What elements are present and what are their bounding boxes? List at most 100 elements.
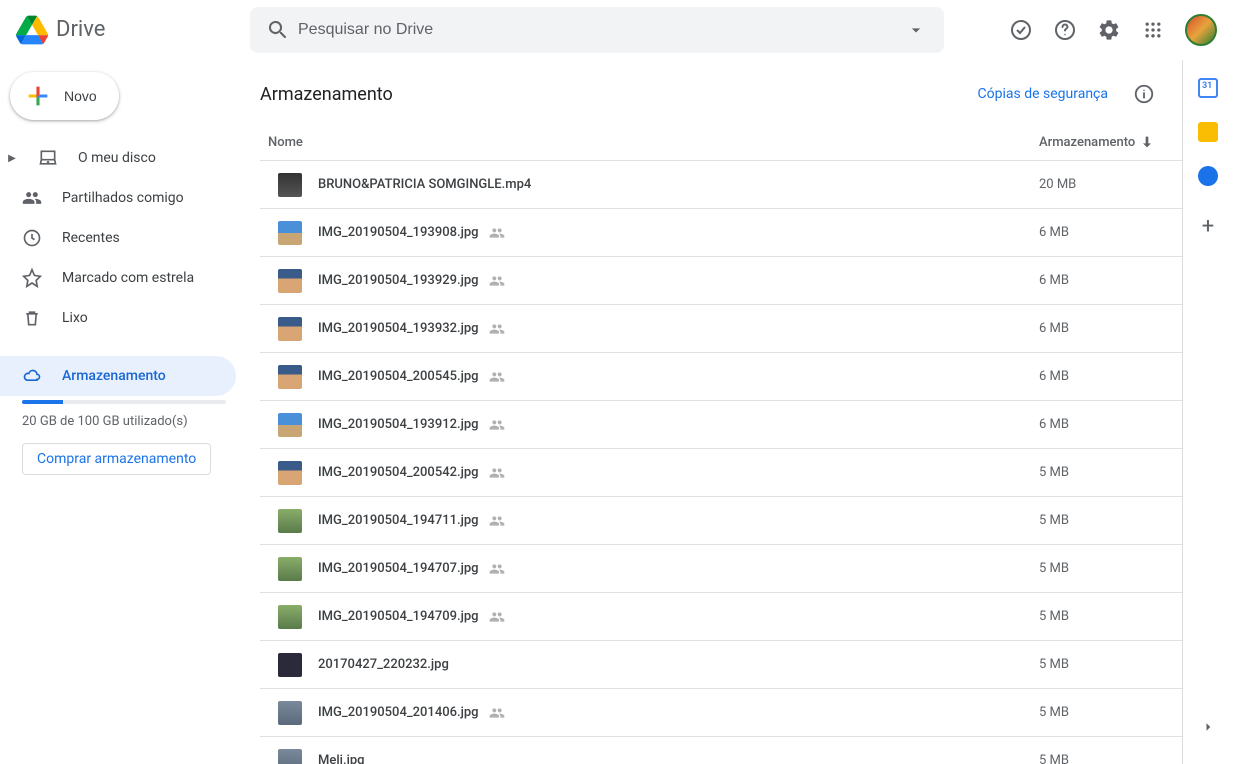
nav-trash[interactable]: Lixo bbox=[0, 298, 236, 338]
file-row[interactable]: IMG_20190504_194711.jpg5 MB bbox=[260, 497, 1182, 545]
shared-indicator-icon bbox=[489, 465, 505, 481]
file-row[interactable]: 20170427_220232.jpg5 MB bbox=[260, 641, 1182, 689]
nav-shared[interactable]: Partilhados comigo bbox=[0, 178, 236, 218]
new-button[interactable]: Novo bbox=[10, 72, 119, 120]
file-row[interactable]: IMG_20190504_200542.jpg5 MB bbox=[260, 449, 1182, 497]
storage-progress-bar bbox=[22, 400, 226, 404]
file-row[interactable]: IMG_20190504_193932.jpg6 MB bbox=[260, 305, 1182, 353]
file-row[interactable]: IMG_20190504_193929.jpg6 MB bbox=[260, 257, 1182, 305]
file-row[interactable]: IMG_20190504_200545.jpg6 MB bbox=[260, 353, 1182, 401]
file-name: IMG_20190504_193932.jpg bbox=[318, 321, 1039, 337]
logo-area[interactable]: Drive bbox=[12, 10, 250, 50]
file-thumbnail bbox=[278, 221, 302, 245]
ready-offline-icon[interactable] bbox=[1001, 10, 1041, 50]
nav-label: Lixo bbox=[62, 310, 88, 326]
search-input[interactable] bbox=[298, 21, 896, 39]
top-actions bbox=[1001, 10, 1221, 50]
shared-indicator-icon bbox=[489, 417, 505, 433]
column-storage-header[interactable]: Armazenamento bbox=[1039, 134, 1164, 150]
shared-indicator-icon bbox=[489, 513, 505, 529]
content-header: Armazenamento Cópias de segurança bbox=[260, 74, 1182, 128]
right-rail: + bbox=[1183, 60, 1233, 764]
expand-arrow-icon[interactable]: ▶ bbox=[6, 153, 18, 164]
file-size: 5 MB bbox=[1039, 705, 1164, 720]
file-thumbnail bbox=[278, 557, 302, 581]
addons-plus-icon[interactable]: + bbox=[1202, 214, 1214, 239]
table-header: Nome Armazenamento bbox=[260, 128, 1182, 161]
file-name: Meli.jpg bbox=[318, 753, 1039, 764]
file-row[interactable]: IMG_20190504_194707.jpg5 MB bbox=[260, 545, 1182, 593]
calendar-icon[interactable] bbox=[1198, 78, 1218, 98]
file-row[interactable]: Meli.jpg5 MB bbox=[260, 737, 1182, 764]
new-button-label: Novo bbox=[64, 88, 97, 104]
apps-grid-icon[interactable] bbox=[1133, 10, 1173, 50]
nav-recent[interactable]: Recentes bbox=[0, 218, 236, 258]
file-name: IMG_20190504_193912.jpg bbox=[318, 417, 1039, 433]
file-size: 5 MB bbox=[1039, 753, 1164, 764]
main: Armazenamento Cópias de segurança Nome A… bbox=[250, 60, 1233, 764]
file-size: 5 MB bbox=[1039, 465, 1164, 480]
shared-indicator-icon bbox=[489, 609, 505, 625]
file-name: IMG_20190504_193908.jpg bbox=[318, 225, 1039, 241]
help-icon[interactable] bbox=[1045, 10, 1085, 50]
page-title: Armazenamento bbox=[260, 84, 393, 105]
plus-icon bbox=[24, 82, 52, 110]
settings-gear-icon[interactable] bbox=[1089, 10, 1129, 50]
file-thumbnail bbox=[278, 317, 302, 341]
file-thumbnail bbox=[278, 269, 302, 293]
my-drive-icon bbox=[38, 148, 58, 168]
file-row[interactable]: BRUNO&PATRICIA SOMGINGLE.mp420 MB bbox=[260, 161, 1182, 209]
file-row[interactable]: IMG_20190504_193912.jpg6 MB bbox=[260, 401, 1182, 449]
nav-list: ▶ O meu disco Partilhados comigo Recente… bbox=[0, 138, 250, 396]
backups-link[interactable]: Cópias de segurança bbox=[978, 86, 1108, 102]
file-thumbnail bbox=[278, 461, 302, 485]
file-thumbnail bbox=[278, 701, 302, 725]
account-avatar[interactable] bbox=[1185, 14, 1217, 46]
column-storage-label: Armazenamento bbox=[1039, 135, 1135, 150]
file-size: 5 MB bbox=[1039, 513, 1164, 528]
file-thumbnail bbox=[278, 365, 302, 389]
nav-label: Partilhados comigo bbox=[62, 190, 184, 206]
file-list[interactable]: BRUNO&PATRICIA SOMGINGLE.mp420 MBIMG_201… bbox=[260, 161, 1182, 764]
shared-indicator-icon bbox=[489, 273, 505, 289]
file-thumbnail bbox=[278, 749, 302, 764]
file-row[interactable]: IMG_20190504_194709.jpg5 MB bbox=[260, 593, 1182, 641]
collapse-rail-icon[interactable] bbox=[1191, 710, 1225, 744]
app-title: Drive bbox=[56, 17, 105, 42]
keep-icon[interactable] bbox=[1198, 122, 1218, 142]
nav-my-drive[interactable]: ▶ O meu disco bbox=[0, 138, 236, 178]
header-actions: Cópias de segurança bbox=[978, 74, 1164, 114]
nav-label: Recentes bbox=[62, 230, 120, 246]
nav-label: O meu disco bbox=[78, 150, 156, 166]
file-row[interactable]: IMG_20190504_193908.jpg6 MB bbox=[260, 209, 1182, 257]
file-name: 20170427_220232.jpg bbox=[318, 657, 1039, 672]
file-size: 6 MB bbox=[1039, 225, 1164, 240]
file-thumbnail bbox=[278, 173, 302, 197]
nav-label: Armazenamento bbox=[62, 368, 166, 384]
file-name: IMG_20190504_200542.jpg bbox=[318, 465, 1039, 481]
storage-summary: 20 GB de 100 GB utilizado(s) Comprar arm… bbox=[0, 396, 250, 475]
search-box[interactable] bbox=[250, 7, 944, 53]
nav-label: Marcado com estrela bbox=[62, 270, 194, 286]
trash-icon bbox=[22, 308, 42, 328]
column-name-header[interactable]: Nome bbox=[268, 135, 1039, 150]
search-icon[interactable] bbox=[258, 10, 298, 50]
file-name: IMG_20190504_201406.jpg bbox=[318, 705, 1039, 721]
nav-storage[interactable]: Armazenamento bbox=[0, 356, 236, 396]
cloud-icon bbox=[22, 366, 42, 386]
shared-indicator-icon bbox=[489, 225, 505, 241]
info-icon[interactable] bbox=[1124, 74, 1164, 114]
file-size: 6 MB bbox=[1039, 321, 1164, 336]
file-size: 5 MB bbox=[1039, 657, 1164, 672]
nav-starred[interactable]: Marcado com estrela bbox=[0, 258, 236, 298]
file-size: 20 MB bbox=[1039, 177, 1164, 192]
tasks-icon[interactable] bbox=[1198, 166, 1218, 186]
body-area: Novo ▶ O meu disco Partilhados comigo Re… bbox=[0, 60, 1233, 764]
search-options-dropdown-icon[interactable] bbox=[896, 10, 936, 50]
buy-storage-button[interactable]: Comprar armazenamento bbox=[22, 443, 211, 475]
file-thumbnail bbox=[278, 653, 302, 677]
file-size: 6 MB bbox=[1039, 369, 1164, 384]
storage-usage-text: 20 GB de 100 GB utilizado(s) bbox=[22, 414, 226, 429]
shared-indicator-icon bbox=[489, 369, 505, 385]
file-row[interactable]: IMG_20190504_201406.jpg5 MB bbox=[260, 689, 1182, 737]
